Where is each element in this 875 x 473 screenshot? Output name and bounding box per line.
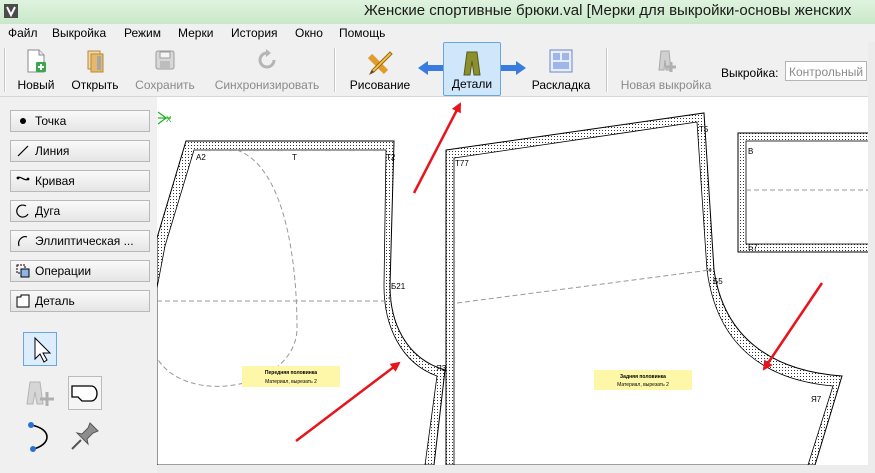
arrow-to-back-seam [762,282,824,371]
arrow-to-details [412,102,462,194]
arrow-to-front-seam [295,361,401,442]
annotation-arrows [295,102,824,442]
